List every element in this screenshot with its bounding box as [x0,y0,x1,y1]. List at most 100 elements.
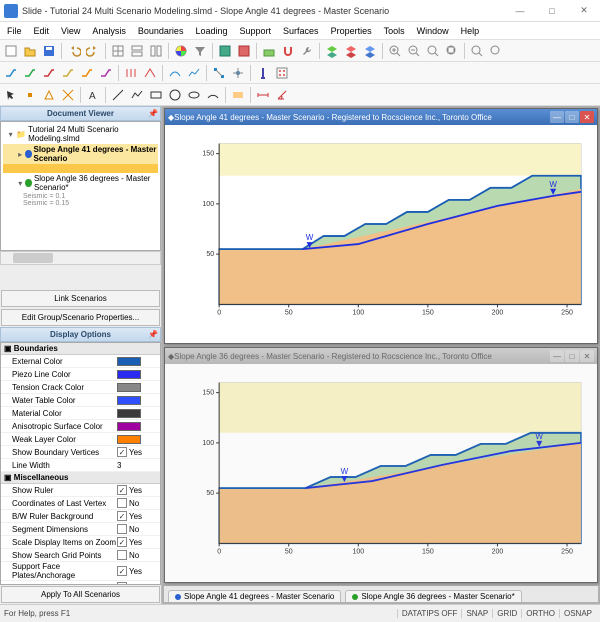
snap-node-icon[interactable] [21,86,39,104]
sub-max-icon[interactable]: □ [565,111,579,123]
sub-close-icon[interactable]: ✕ [580,111,594,123]
load-1-icon[interactable] [122,64,140,82]
boundary-orange-icon[interactable] [78,64,96,82]
pin-icon[interactable]: 📌 [148,109,158,118]
layers-blue-icon[interactable] [361,42,379,60]
zoom-out-icon[interactable] [405,42,423,60]
menu-tools[interactable]: Tools [379,25,410,37]
prop-coordinates-of-last-vertex[interactable]: Coordinates of Last VertexNo [1,497,160,510]
status-ortho[interactable]: ORTHO [521,609,559,618]
menu-support[interactable]: Support [235,25,277,37]
prop-weak-layer-color[interactable]: Weak Layer Color [1,433,160,446]
tree-root[interactable]: ▾📁Tutorial 24 Multi Scenario Modeling.sl… [3,124,158,144]
save-icon[interactable] [40,42,58,60]
status-osnap[interactable]: OSNAP [559,609,596,618]
tree-hscroll[interactable] [0,251,161,265]
layers-red-icon[interactable] [342,42,360,60]
open-icon[interactable] [21,42,39,60]
status-grid[interactable]: GRID [492,609,521,618]
fill-rect-icon[interactable] [229,86,247,104]
sub-min-icon[interactable]: — [550,350,564,362]
select-icon[interactable] [2,86,20,104]
menu-boundaries[interactable]: Boundaries [133,25,189,37]
tree-highlight[interactable] [3,164,158,173]
tile-v-icon[interactable] [147,42,165,60]
filter-icon[interactable] [191,42,209,60]
zoom-window-icon[interactable] [443,42,461,60]
prop-line-width[interactable]: Line Width 3 [1,459,160,472]
surface-noncirc-icon[interactable] [185,64,203,82]
link-scenarios-button[interactable]: Link Scenarios [1,290,160,307]
zoom-prev-icon[interactable] [487,42,505,60]
group-misc[interactable]: ▣ Miscellaneous [1,472,160,484]
new-icon[interactable] [2,42,20,60]
prop-piezo-line-color[interactable]: Piezo Line Color [1,368,160,381]
apply-all-button[interactable]: Apply To All Scenarios [1,586,160,603]
menu-file[interactable]: File [2,25,27,37]
menu-help[interactable]: Help [456,25,485,37]
tab-41[interactable]: Slope Angle 41 degrees - Master Scenario [168,590,341,602]
line-icon[interactable] [109,86,127,104]
grid-icon[interactable] [109,42,127,60]
circle-icon[interactable] [166,86,184,104]
zoom-in-icon[interactable] [386,42,404,60]
tile-h-icon[interactable] [128,42,146,60]
scenario-tree[interactable]: ▾📁Tutorial 24 Multi Scenario Modeling.sl… [0,121,161,251]
prop-b/w-ruler-background[interactable]: B/W Ruler Background✓Yes [1,510,160,523]
tree-scenario-36[interactable]: ▾ Slope Angle 36 degrees - Master Scenar… [3,173,158,193]
tab-36[interactable]: Slope Angle 36 degrees - Master Scenario… [345,590,521,602]
support-icon[interactable] [254,64,272,82]
close-button[interactable]: ✕ [572,3,596,19]
arc-icon[interactable] [204,86,222,104]
boundary-red-icon[interactable] [40,64,58,82]
prop-show-ruler[interactable]: Show Ruler✓Yes [1,484,160,497]
menu-edit[interactable]: Edit [29,25,55,37]
tree-child-seismic-1[interactable]: Seismic = 0.1 [3,193,158,200]
boundary-yellow-icon[interactable] [59,64,77,82]
interpret-icon[interactable] [235,42,253,60]
text-icon[interactable]: A [84,86,102,104]
prop-show-soil-profile[interactable]: Show Soil ProfileNo [1,581,160,585]
surface-circ-icon[interactable] [166,64,184,82]
grid-search-icon[interactable] [273,64,291,82]
prop-external-color[interactable]: External Color [1,355,160,368]
zoom-extent-icon[interactable] [468,42,486,60]
prop-show-search-grid-points[interactable]: Show Search Grid PointsNo [1,549,160,562]
prop-water-table-color[interactable]: Water Table Color [1,394,160,407]
menu-properties[interactable]: Properties [326,25,377,37]
display-options-grid[interactable]: ▣ Boundaries External ColorPiezo Line Co… [0,342,161,585]
boundary-purple-icon[interactable] [97,64,115,82]
prop-scale-display-items-on-zoom[interactable]: Scale Display Items on Zoom✓Yes [1,536,160,549]
edit-group-button[interactable]: Edit Group/Scenario Properties... [1,309,160,326]
subwin-41-titlebar[interactable]: ◆Slope Angle 41 degrees - Master Scenari… [165,109,597,125]
prop-anisotropic-surface-color[interactable]: Anisotropic Surface Color [1,420,160,433]
polyline-icon[interactable] [128,86,146,104]
prop-tension-crack-color[interactable]: Tension Crack Color [1,381,160,394]
menu-window[interactable]: Window [412,25,454,37]
dim-h-icon[interactable] [254,86,272,104]
prop-support-face-plates/anchorage[interactable]: Support Face Plates/Anchorage✓Yes [1,562,160,581]
maximize-button[interactable]: □ [540,3,564,19]
undo-icon[interactable] [65,42,83,60]
menu-surfaces[interactable]: Surfaces [278,25,324,37]
zoom-fit-icon[interactable] [424,42,442,60]
group-boundaries[interactable]: ▣ Boundaries [1,343,160,355]
material-icon[interactable] [260,42,278,60]
tree-scenario-41[interactable]: ▸ Slope Angle 41 degrees - Master Scenar… [3,144,158,164]
prop-material-color[interactable]: Material Color [1,407,160,420]
sub-close-icon[interactable]: ✕ [580,350,594,362]
load-2-icon[interactable] [141,64,159,82]
minimize-button[interactable]: — [508,3,532,19]
dim-angle-icon[interactable] [273,86,291,104]
edit-vertex-icon[interactable] [210,64,228,82]
wrench-icon[interactable] [298,42,316,60]
layers-green-icon[interactable] [323,42,341,60]
snap-int-icon[interactable] [59,86,77,104]
plot-36[interactable]: WW05010015020025050100150 [165,364,597,582]
boundary-green-icon[interactable] [21,64,39,82]
tree-child-seismic-2[interactable]: Seismic = 0.15 [3,200,158,207]
status-datatips[interactable]: DATATIPS OFF [397,609,462,618]
snap-mid-icon[interactable] [40,86,58,104]
move-vertex-icon[interactable] [229,64,247,82]
sub-max-icon[interactable]: □ [565,350,579,362]
